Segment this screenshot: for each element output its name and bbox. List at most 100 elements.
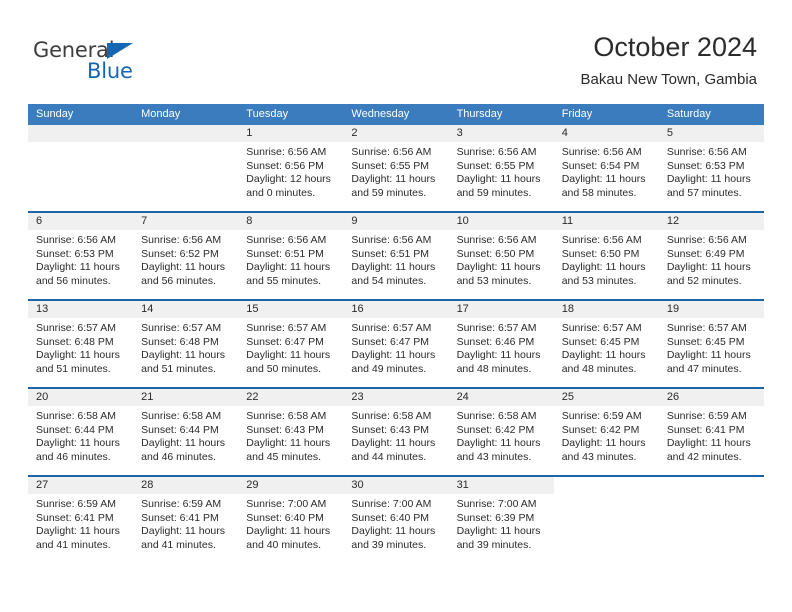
calendar-day-cell[interactable]: 7 Sunrise: 6:56 AM Sunset: 6:52 PM Daylight… bbox=[133, 213, 239, 299]
day-number: 20 bbox=[28, 389, 134, 406]
calendar-day-cell[interactable]: 12 Sunrise: 6:56 AM Sunset: 6:49 PM Dayligh… bbox=[658, 213, 764, 299]
sunrise-text: Sunrise: 7:00 AM bbox=[351, 498, 432, 510]
day-number: 22 bbox=[238, 389, 344, 406]
calendar-day-cell[interactable]: 25 Sunrise: 6:59 AM Sunset: 6:42 PM Dayligh… bbox=[553, 389, 659, 475]
sunset-text: Sunset: 6:54 PM bbox=[561, 159, 640, 172]
day-number: 26 bbox=[658, 389, 764, 406]
calendar-weeks: 1 Sunrise: 6:56 AM Sunset: 6:56 PM Daylight… bbox=[28, 125, 764, 565]
day-details: Sunrise: 6:56 AM Sunset: 6:52 PM Daylight:… bbox=[133, 230, 238, 288]
day-details: Sunrise: 6:57 AM Sunset: 6:47 PM Daylight:… bbox=[343, 318, 448, 376]
sunrise-text: Sunrise: 6:57 AM bbox=[561, 322, 642, 334]
daylight-text-line1: Daylight: 11 hours bbox=[666, 349, 751, 362]
calendar-day-cell[interactable]: 1 Sunrise: 6:56 AM Sunset: 6:56 PM Daylight… bbox=[238, 125, 344, 211]
calendar-day-cell[interactable]: 21 Sunrise: 6:58 AM Sunset: 6:44 PM Dayligh… bbox=[133, 389, 239, 475]
sunrise-text: Sunrise: 6:56 AM bbox=[666, 146, 747, 158]
calendar-day-cell[interactable]: 31 Sunrise: 7:00 AM Sunset: 6:39 PM Dayligh… bbox=[448, 477, 554, 565]
daylight-text-line2: and 48 minutes. bbox=[561, 362, 637, 375]
sunset-text: Sunset: 6:50 PM bbox=[561, 247, 640, 260]
sunset-text: Sunset: 6:39 PM bbox=[456, 511, 535, 524]
calendar-day-cell[interactable]: 3 Sunrise: 6:56 AM Sunset: 6:55 PM Daylight… bbox=[448, 125, 554, 211]
calendar-day-cell[interactable]: 4 Sunrise: 6:56 AM Sunset: 6:54 PM Daylight… bbox=[553, 125, 659, 211]
calendar-day-cell[interactable]: 22 Sunrise: 6:58 AM Sunset: 6:43 PM Dayligh… bbox=[238, 389, 344, 475]
day-details: Sunrise: 6:59 AM Sunset: 6:41 PM Daylight:… bbox=[133, 494, 238, 552]
sunrise-text: Sunrise: 6:58 AM bbox=[456, 410, 537, 422]
daylight-text-line2: and 40 minutes. bbox=[246, 538, 321, 551]
daylight-text-line2: and 58 minutes. bbox=[561, 186, 637, 199]
sunrise-text: Sunrise: 6:56 AM bbox=[351, 234, 432, 246]
weekday-header-thursday: Thursday bbox=[456, 108, 503, 120]
sunrise-text: Sunrise: 6:59 AM bbox=[666, 410, 747, 422]
location-subtitle: Bakau New Town, Gambia bbox=[580, 71, 757, 88]
calendar-day-cell[interactable]: 26 Sunrise: 6:59 AM Sunset: 6:41 PM Dayligh… bbox=[658, 389, 764, 475]
day-number: 5 bbox=[658, 125, 764, 142]
calendar-day-cell[interactable]: 28 Sunrise: 6:59 AM Sunset: 6:41 PM Dayligh… bbox=[133, 477, 239, 565]
calendar-day-cell[interactable]: 6 Sunrise: 6:56 AM Sunset: 6:53 PM Daylight… bbox=[28, 213, 134, 299]
sunset-text: Sunset: 6:46 PM bbox=[456, 335, 535, 348]
calendar-day-cell[interactable]: 9 Sunrise: 6:56 AM Sunset: 6:51 PM Daylight… bbox=[343, 213, 449, 299]
sunset-text: Sunset: 6:45 PM bbox=[561, 335, 640, 348]
day-number: 17 bbox=[448, 301, 554, 318]
sunset-text: Sunset: 6:47 PM bbox=[246, 335, 324, 348]
daylight-text-line1: Daylight: 11 hours bbox=[561, 173, 646, 186]
calendar-day-cell[interactable]: 2 Sunrise: 6:56 AM Sunset: 6:55 PM Daylight… bbox=[343, 125, 449, 211]
sunrise-text: Sunrise: 6:56 AM bbox=[456, 146, 537, 158]
sunset-text: Sunset: 6:40 PM bbox=[246, 511, 324, 524]
sunrise-text: Sunrise: 6:56 AM bbox=[456, 234, 537, 246]
calendar-day-cell[interactable]: 13 Sunrise: 6:57 AM Sunset: 6:48 PM Dayligh… bbox=[28, 301, 134, 387]
calendar-day-cell[interactable]: 23 Sunrise: 6:58 AM Sunset: 6:43 PM Dayligh… bbox=[343, 389, 449, 475]
calendar-day-cell[interactable]: 27 Sunrise: 6:59 AM Sunset: 6:41 PM Dayligh… bbox=[28, 477, 134, 565]
calendar-empty-cell bbox=[658, 477, 764, 565]
daylight-text-line2: and 52 minutes. bbox=[666, 274, 742, 287]
day-details: Sunrise: 6:56 AM Sunset: 6:56 PM Daylight:… bbox=[238, 142, 343, 200]
calendar-day-cell[interactable]: 24 Sunrise: 6:58 AM Sunset: 6:42 PM Dayligh… bbox=[448, 389, 554, 475]
daylight-text-line1: Daylight: 11 hours bbox=[456, 525, 541, 538]
day-number: 23 bbox=[343, 389, 449, 406]
day-details: Sunrise: 6:56 AM Sunset: 6:51 PM Daylight:… bbox=[343, 230, 448, 288]
calendar-day-cell[interactable]: 11 Sunrise: 6:56 AM Sunset: 6:50 PM Dayligh… bbox=[553, 213, 659, 299]
daylight-text-line1: Daylight: 11 hours bbox=[36, 525, 120, 538]
daylight-text-line2: and 41 minutes. bbox=[36, 538, 111, 551]
day-details: Sunrise: 6:56 AM Sunset: 6:53 PM Daylight:… bbox=[659, 142, 764, 200]
day-number: 6 bbox=[28, 213, 134, 230]
sunset-text: Sunset: 6:42 PM bbox=[456, 423, 535, 436]
day-number: 10 bbox=[448, 213, 554, 230]
page-header: General Blue October 2024 Bakau New Town… bbox=[0, 0, 792, 100]
calendar-day-cell[interactable]: 20 Sunrise: 6:58 AM Sunset: 6:44 PM Dayligh… bbox=[28, 389, 134, 475]
sunset-text: Sunset: 6:55 PM bbox=[456, 159, 535, 172]
calendar-day-cell[interactable]: 10 Sunrise: 6:56 AM Sunset: 6:50 PM Dayligh… bbox=[448, 213, 554, 299]
weekday-header-row: Sunday Monday Tuesday Wednesday Thursday… bbox=[28, 104, 764, 125]
calendar-day-cell[interactable]: 29 Sunrise: 7:00 AM Sunset: 6:40 PM Dayligh… bbox=[238, 477, 344, 565]
day-number bbox=[28, 125, 134, 142]
sunset-text: Sunset: 6:40 PM bbox=[351, 511, 430, 524]
calendar-day-cell[interactable]: 5 Sunrise: 6:56 AM Sunset: 6:53 PM Daylight… bbox=[658, 125, 764, 211]
calendar-day-cell[interactable]: 19 Sunrise: 6:57 AM Sunset: 6:45 PM Dayligh… bbox=[658, 301, 764, 387]
daylight-text-line2: and 53 minutes. bbox=[561, 274, 637, 287]
day-details: Sunrise: 6:56 AM Sunset: 6:49 PM Daylight:… bbox=[659, 230, 764, 288]
daylight-text-line1: Daylight: 11 hours bbox=[561, 437, 646, 450]
calendar-day-cell[interactable]: 8 Sunrise: 6:56 AM Sunset: 6:51 PM Daylight… bbox=[238, 213, 344, 299]
weekday-header-monday: Monday bbox=[141, 108, 181, 120]
day-number: 18 bbox=[553, 301, 659, 318]
day-details: Sunrise: 6:59 AM Sunset: 6:41 PM Daylight:… bbox=[659, 406, 764, 464]
day-number bbox=[658, 477, 764, 494]
calendar-day-cell[interactable]: 16 Sunrise: 6:57 AM Sunset: 6:47 PM Dayligh… bbox=[343, 301, 449, 387]
day-number: 11 bbox=[553, 213, 659, 230]
daylight-text-line1: Daylight: 11 hours bbox=[351, 437, 436, 450]
calendar-day-cell[interactable]: 17 Sunrise: 6:57 AM Sunset: 6:46 PM Dayligh… bbox=[448, 301, 554, 387]
calendar-day-cell[interactable]: 18 Sunrise: 6:57 AM Sunset: 6:45 PM Dayligh… bbox=[553, 301, 659, 387]
day-details: Sunrise: 6:56 AM Sunset: 6:54 PM Daylight:… bbox=[554, 142, 659, 200]
day-details: Sunrise: 6:58 AM Sunset: 6:42 PM Daylight:… bbox=[449, 406, 554, 464]
daylight-text-line1: Daylight: 11 hours bbox=[246, 349, 331, 362]
weekday-header-saturday: Saturday bbox=[666, 108, 711, 120]
calendar-day-cell[interactable]: 15 Sunrise: 6:57 AM Sunset: 6:47 PM Dayligh… bbox=[238, 301, 344, 387]
daylight-text-line1: Daylight: 11 hours bbox=[246, 525, 331, 538]
day-details: Sunrise: 6:57 AM Sunset: 6:48 PM Daylight:… bbox=[133, 318, 238, 376]
calendar-day-cell[interactable]: 30 Sunrise: 7:00 AM Sunset: 6:40 PM Dayligh… bbox=[343, 477, 449, 565]
sunset-text: Sunset: 6:42 PM bbox=[561, 423, 640, 436]
sunrise-text: Sunrise: 7:00 AM bbox=[456, 498, 537, 510]
day-number: 29 bbox=[238, 477, 344, 494]
sunrise-text: Sunrise: 6:57 AM bbox=[666, 322, 747, 334]
day-details: Sunrise: 6:56 AM Sunset: 6:50 PM Daylight:… bbox=[554, 230, 659, 288]
calendar-day-cell[interactable]: 14 Sunrise: 6:57 AM Sunset: 6:48 PM Dayligh… bbox=[133, 301, 239, 387]
sunset-text: Sunset: 6:41 PM bbox=[666, 423, 745, 436]
